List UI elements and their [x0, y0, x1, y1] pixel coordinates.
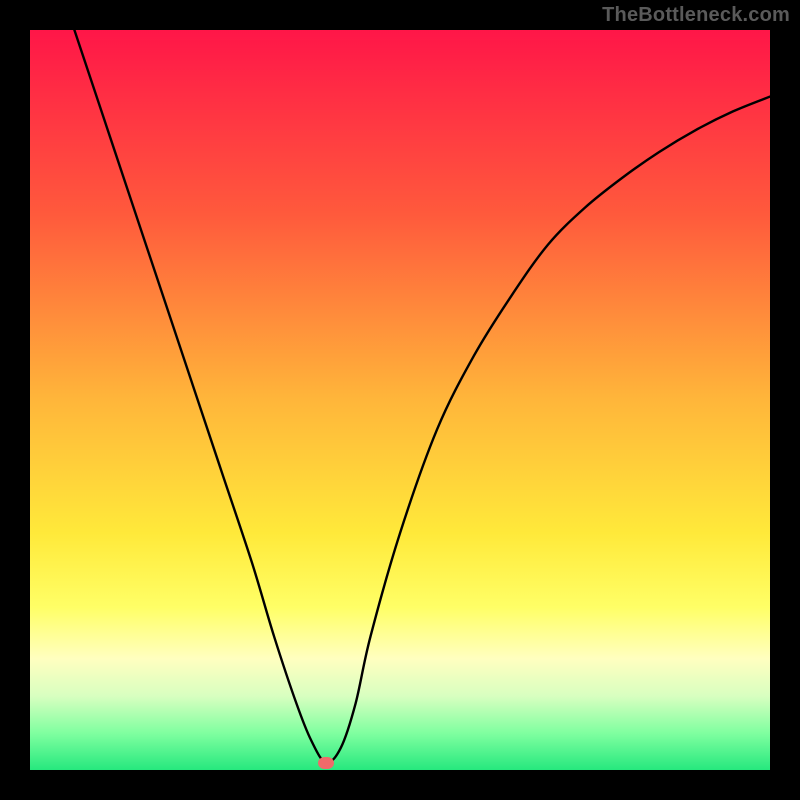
- plot-area: [30, 30, 770, 770]
- optimal-marker: [318, 757, 334, 769]
- bottleneck-curve: [30, 30, 770, 770]
- watermark-text: TheBottleneck.com: [602, 4, 790, 27]
- chart-frame: TheBottleneck.com: [0, 0, 800, 800]
